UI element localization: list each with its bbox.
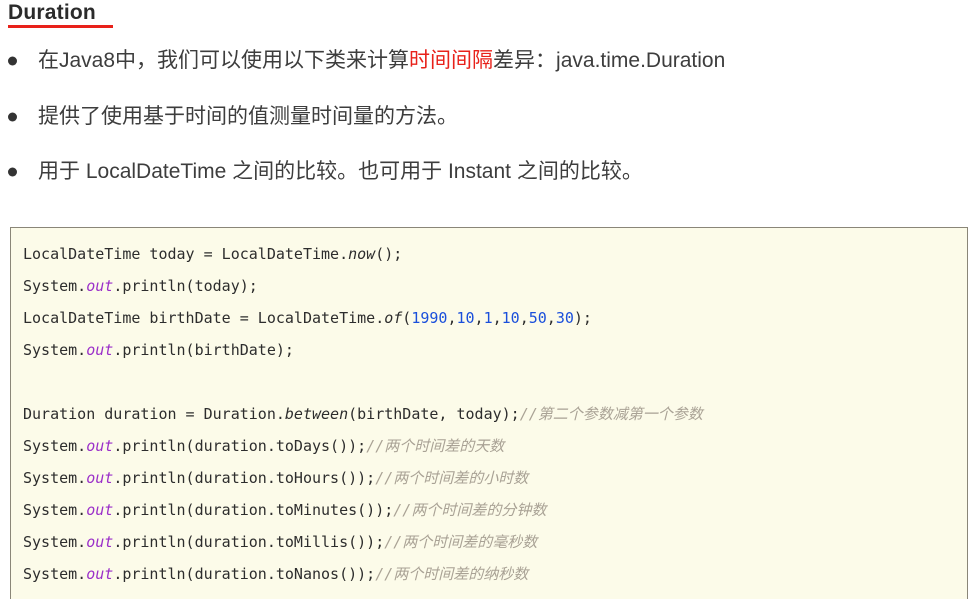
code-token-number: 1990 (411, 309, 448, 327)
page-title: Duration (8, 1, 96, 24)
bullet-text: 用于 LocalDateTime 之间的比较。也可用于 Instant 之间的比… (38, 159, 643, 185)
bullet-dot-icon (8, 112, 17, 122)
bullet-item: 在Java8中，我们可以使用以下类来计算时间间隔差异：java.time.Dur… (0, 41, 974, 81)
code-token-comment: //两个时间差的纳秒数 (375, 565, 529, 583)
code-block: LocalDateTime today = LocalDateTime.now(… (10, 227, 968, 599)
code-token-plain: .println(duration.toDays()); (113, 437, 367, 455)
code-token-number: 10 (501, 309, 520, 327)
code-line: System.out.println(duration.toMillis());… (23, 526, 967, 558)
code-token-plain: Duration duration = Duration. (23, 405, 285, 423)
code-token-plain: , (492, 309, 502, 327)
code-token-plain: .println(duration.toHours()); (113, 469, 376, 487)
code-token-plain: System. (23, 277, 87, 295)
code-token-plain: System. (23, 565, 87, 583)
code-token-field: out (86, 437, 114, 455)
code-line: System.out.println(duration.toMinutes())… (23, 494, 967, 526)
document-root: Duration 在Java8中，我们可以使用以下类来计算时间间隔差异：java… (0, 0, 974, 599)
code-token-field: out (86, 501, 114, 519)
code-token-plain: LocalDateTime birthDate = LocalDateTime. (23, 309, 385, 327)
code-token-plain: System. (23, 469, 87, 487)
code-token-plain: LocalDateTime today = LocalDateTime. (23, 245, 349, 263)
code-token-plain: , (474, 309, 484, 327)
bullet-dot-icon (8, 167, 17, 177)
bullet-text: 提供了使用基于时间的值测量时间量的方法。 (38, 104, 458, 130)
title-underline (8, 25, 113, 28)
code-token-field: out (86, 565, 114, 583)
code-token-plain: System. (23, 533, 87, 551)
code-token-field: out (86, 533, 114, 551)
page-title-wrapper: Duration (0, 0, 974, 28)
bullet-dot-icon (8, 56, 17, 66)
bullet-text-segment: 差异：java.time.Duration (493, 48, 726, 72)
code-token-plain: ( (402, 309, 412, 327)
code-token-plain: .println(duration.toMillis()); (113, 533, 385, 551)
code-token-method: of (384, 309, 403, 327)
code-token-field: out (86, 277, 114, 295)
code-token-method: now (348, 245, 376, 263)
code-token-number: 10 (456, 309, 475, 327)
code-token-plain: .println(birthDate); (113, 341, 294, 359)
bullet-text: 在Java8中，我们可以使用以下类来计算时间间隔差异：java.time.Dur… (38, 48, 725, 74)
code-token-field: out (86, 469, 114, 487)
bullet-list: 在Java8中，我们可以使用以下类来计算时间间隔差异：java.time.Dur… (0, 41, 974, 192)
code-line: LocalDateTime birthDate = LocalDateTime.… (23, 302, 967, 334)
code-line: System.out.println(duration.toNanos());/… (23, 558, 967, 590)
code-line: System.out.println(birthDate); (23, 334, 967, 366)
code-token-comment: //两个时间差的分钟数 (393, 501, 547, 519)
code-token-plain: , (519, 309, 529, 327)
bullet-item: 提供了使用基于时间的值测量时间量的方法。 (0, 97, 974, 137)
code-token-comment: //第二个参数减第一个参数 (519, 405, 703, 423)
code-token-comment: //两个时间差的毫秒数 (384, 533, 538, 551)
bullet-text-segment: 在Java8中，我们可以使用以下类来计算 (38, 48, 410, 72)
code-token-plain: System. (23, 341, 87, 359)
code-token-plain: , (546, 309, 556, 327)
code-token-plain: (birthDate, today); (348, 405, 520, 423)
code-token-plain: .println(duration.toNanos()); (113, 565, 376, 583)
code-token-plain: .println(duration.toMinutes()); (113, 501, 394, 519)
code-token-plain: ); (573, 309, 592, 327)
code-token-comment: //两个时间差的天数 (366, 437, 505, 455)
bullet-item: 用于 LocalDateTime 之间的比较。也可用于 Instant 之间的比… (0, 152, 974, 192)
code-line: LocalDateTime today = LocalDateTime.now(… (23, 238, 967, 270)
code-line: System.out.println(duration.toDays());//… (23, 430, 967, 462)
code-line: System.out.println(duration.toHours());/… (23, 462, 967, 494)
code-token-plain: System. (23, 437, 87, 455)
code-token-comment: //两个时间差的小时数 (375, 469, 529, 487)
code-token-plain: (); (375, 245, 403, 263)
code-token-plain: System. (23, 501, 87, 519)
code-line: Duration duration = Duration.between(bir… (23, 398, 967, 430)
code-token-plain: .println(today); (113, 277, 258, 295)
code-token-method: between (284, 405, 349, 423)
code-line: System.out.println(today); (23, 270, 967, 302)
highlighted-term: 时间间隔 (409, 48, 494, 72)
bullet-text-segment: 用于 LocalDateTime 之间的比较。也可用于 Instant 之间的比… (38, 159, 643, 183)
bullet-text-segment: 提供了使用基于时间的值测量时间量的方法。 (38, 104, 458, 128)
code-token-number: 50 (528, 309, 547, 327)
code-token-field: out (86, 341, 114, 359)
code-token-number: 1 (483, 309, 493, 327)
code-token-number: 30 (555, 309, 574, 327)
